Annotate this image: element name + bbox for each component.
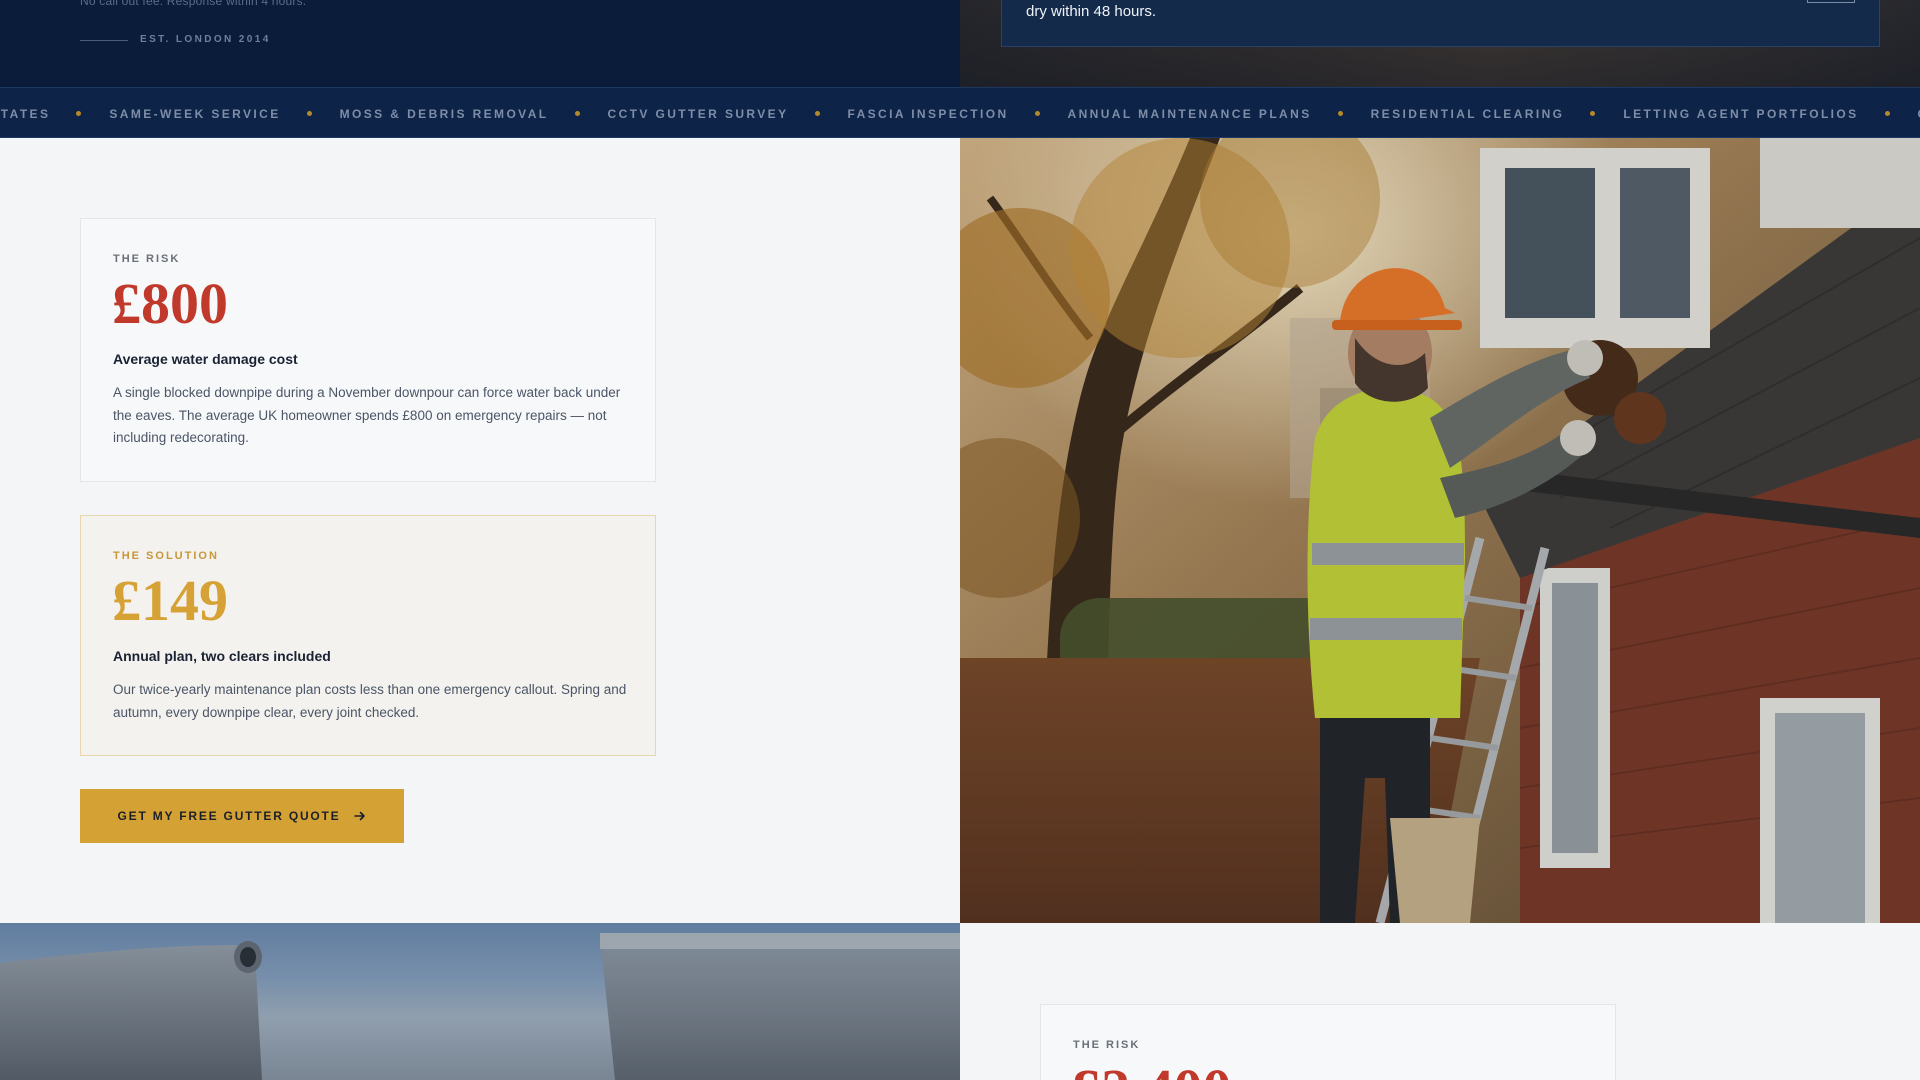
- bullet-dot-icon: [814, 111, 820, 116]
- bullet-dot-icon: [76, 111, 82, 116]
- ticker-item-label: CCTV GUTTER SURVEY: [607, 106, 789, 121]
- comparison-section: THE RISK £800 Average water damage cost …: [0, 138, 960, 923]
- hero-subtext: No call out fee. Response within 4 hours…: [80, 0, 307, 8]
- solution-price: £149: [112, 568, 228, 633]
- ticker-item: FASCIA INSPECTION: [848, 107, 1068, 121]
- bullet-dot-icon: [306, 111, 312, 116]
- bullet-dot-icon: [574, 111, 580, 116]
- hero-photo: dry within 48 hours.: [960, 0, 1920, 87]
- hero-info-card: dry within 48 hours.: [1001, 0, 1880, 47]
- solution-body: Our twice-yearly maintenance plan costs …: [113, 682, 627, 720]
- risk-card: THE RISK £800 Average water damage cost …: [80, 218, 656, 482]
- hero-card-button[interactable]: [1807, 0, 1855, 3]
- free-quote-button[interactable]: GET MY FREE GUTTER QUOTE: [80, 789, 404, 843]
- gutter-closeup-illustration: [0, 923, 960, 1080]
- solution-title: Annual plan, two clears included: [113, 648, 331, 664]
- ticker-item: ESTATES: [0, 107, 109, 121]
- free-quote-button-label: GET MY FREE GUTTER QUOTE: [117, 809, 341, 823]
- ticker-item: SAME-WEEK SERVICE: [109, 107, 339, 121]
- second-comparison-section: THE RISK £2,400: [960, 923, 1920, 1080]
- bullet-dot-icon: [1337, 111, 1343, 116]
- arrow-right-icon: [353, 811, 365, 821]
- ticker-item-label: FASCIA INSPECTION: [847, 106, 1009, 121]
- ticker-item: MOSS & DEBRIS REMOVAL: [340, 107, 608, 121]
- solution-label: THE SOLUTION: [113, 550, 219, 562]
- ticker-item: ANNUAL MAINTENANCE PLANS: [1068, 107, 1371, 121]
- risk-label: THE RISK: [113, 253, 181, 265]
- hero-card-text: dry within 48 hours.: [1026, 3, 1157, 20]
- ticker-item-label: RESIDENTIAL CLEARING: [1370, 106, 1565, 121]
- bullet-dot-icon: [1884, 111, 1890, 116]
- ticker-item-label: ANNUAL MAINTENANCE PLANS: [1067, 106, 1312, 121]
- est-label: EST. LONDON 2014: [140, 34, 271, 45]
- ticker-item: RESIDENTIAL CLEARING: [1371, 107, 1624, 121]
- ticker-item-label: LETTING AGENT PORTFOLIOS: [1623, 106, 1859, 121]
- bullet-dot-icon: [1034, 111, 1040, 116]
- ticker-track: ESTATES SAME-WEEK SERVICE MOSS & DEBRIS RE…: [0, 88, 1920, 137]
- bullet-dot-icon: [1590, 111, 1596, 116]
- est-divider: [80, 40, 128, 41]
- risk-price-2: £2,400: [1072, 1061, 1232, 1080]
- solution-card: THE SOLUTION £149 Annual plan, two clear…: [80, 515, 656, 756]
- risk-label-2: THE RISK: [1073, 1039, 1141, 1051]
- risk-card-2: THE RISK £2,400: [1040, 1004, 1616, 1080]
- ticker-item-label: MOSS & DEBRIS REMOVAL: [339, 106, 549, 121]
- photo-illustration: [960, 138, 1920, 923]
- gutter-closeup-photo: [0, 923, 960, 1080]
- gutter-worker-photo: [960, 138, 1920, 923]
- hero-left-panel: No call out fee. Response within 4 hours…: [0, 0, 960, 87]
- page: No call out fee. Response within 4 hours…: [0, 0, 1920, 1080]
- ticker-item: CCTV GUTTER SURVEY: [608, 107, 848, 121]
- risk-price: £800: [112, 271, 228, 336]
- ticker-item-label: SAME-WEEK SERVICE: [109, 106, 281, 121]
- risk-title: Average water damage cost: [113, 351, 298, 367]
- risk-body: A single blocked downpipe during a Novem…: [113, 385, 621, 445]
- ticker-item-label: ESTATES: [0, 106, 51, 121]
- ticker-item: LETTING AGENT PORTFOLIOS: [1623, 107, 1917, 121]
- services-ticker: ESTATES SAME-WEEK SERVICE MOSS & DEBRIS RE…: [0, 87, 1920, 138]
